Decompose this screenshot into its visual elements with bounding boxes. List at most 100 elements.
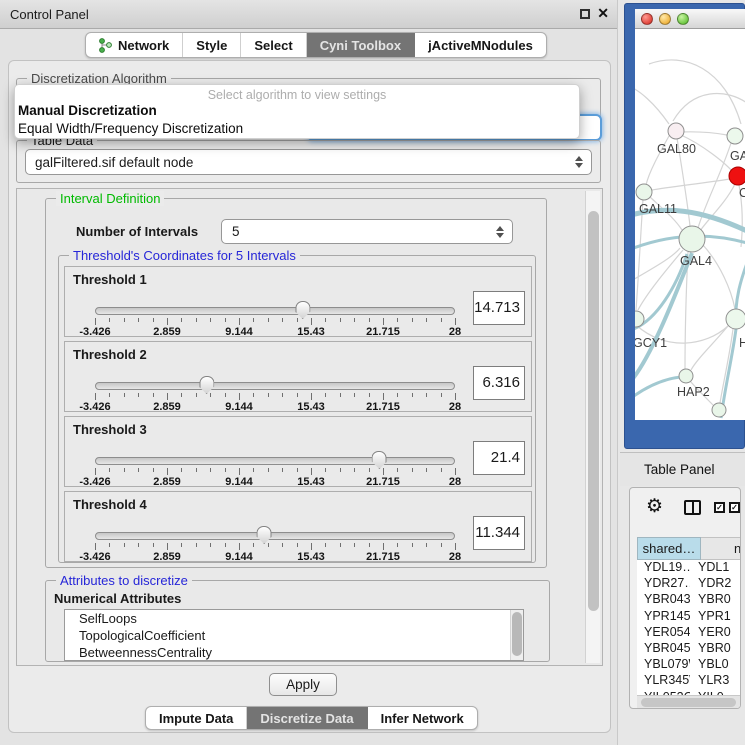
network-node[interactable]	[712, 403, 726, 417]
network-tab-icon	[99, 38, 112, 53]
network-node[interactable]	[636, 184, 652, 200]
combo-arrows-icon[interactable]	[575, 156, 583, 168]
cell-name: YLR3	[690, 673, 740, 689]
close-icon[interactable]: ✕	[597, 5, 609, 22]
list-scrollbar[interactable]	[510, 610, 523, 660]
slider-thumb[interactable]	[257, 526, 272, 544]
slider-tick	[455, 468, 456, 475]
table-row[interactable]: YDR27…YDR2	[637, 576, 740, 592]
column-header-shared-name[interactable]: shared…	[637, 537, 701, 560]
threshold-slider[interactable]: -3.4262.8599.14415.4321.71528	[95, 455, 455, 485]
slider-tick	[138, 543, 139, 547]
column-header-name[interactable]: n…	[701, 537, 741, 560]
vertical-scrollbar[interactable]	[585, 191, 600, 663]
cell-shared-name: YPR145W	[637, 609, 690, 625]
menu-item[interactable]: Equal Width/Frequency Discretization	[15, 120, 579, 138]
tab-infer-network[interactable]: Infer Network	[367, 707, 477, 729]
table-data-combobox[interactable]: galFiltered.sif default node	[25, 149, 592, 175]
threshold-value-field[interactable]: 11.344	[473, 516, 525, 550]
threshold-value-field[interactable]: 14.713	[473, 291, 525, 325]
network-node[interactable]	[679, 369, 693, 383]
slider-tick	[297, 318, 298, 322]
network-edge[interactable]	[673, 93, 745, 121]
slider-tick	[210, 318, 211, 322]
network-edge[interactable]	[635, 87, 669, 124]
zoom-traffic-light-icon[interactable]	[677, 13, 689, 25]
network-canvas[interactable]: GAL80GACGAL11GAL4GCY1HHAP2	[635, 29, 745, 420]
network-edge[interactable]	[691, 326, 728, 370]
numerical-attributes-list[interactable]: SelfLoopsTopologicalCoefficientBetweenne…	[64, 609, 524, 661]
horizontal-scrollbar[interactable]	[637, 695, 740, 708]
table-row[interactable]: YDL19…YDL1	[637, 560, 740, 576]
slider-tick	[282, 468, 283, 472]
slider-thumb[interactable]	[295, 301, 310, 319]
slider-thumb[interactable]	[199, 376, 214, 394]
threshold-slider[interactable]: -3.4262.8599.14415.4321.71528	[95, 305, 455, 335]
close-traffic-light-icon[interactable]	[641, 13, 653, 25]
slider-scale: -3.4262.8599.14415.4321.71528	[95, 326, 455, 338]
tab-discretize-data[interactable]: Discretize Data	[246, 707, 366, 729]
network-node-label: GAL4	[680, 254, 712, 268]
gear-icon[interactable]: ⚙	[646, 494, 663, 520]
network-window-titlebar[interactable]	[635, 9, 745, 29]
threshold-slider[interactable]: -3.4262.8599.14415.4321.71528	[95, 530, 455, 560]
scrollbar-thumb[interactable]	[512, 612, 522, 656]
float-window-icon[interactable]	[580, 9, 590, 19]
threshold-value-field[interactable]: 21.4	[473, 441, 525, 475]
scrollbar-thumb[interactable]	[641, 698, 736, 707]
tab-style[interactable]: Style	[182, 33, 240, 57]
network-edge[interactable]	[635, 248, 680, 281]
table-row[interactable]: YBL079WYBL0	[637, 657, 740, 673]
checkbox-icon[interactable]: ✓	[714, 502, 725, 513]
slider-thumb[interactable]	[372, 451, 387, 469]
control-panel-title: Control Panel	[10, 7, 89, 22]
slider-tick	[253, 393, 254, 397]
network-edge[interactable]	[649, 60, 741, 124]
tab-select[interactable]: Select	[240, 33, 305, 57]
network-edge[interactable]	[681, 132, 727, 135]
slider-tick	[397, 318, 398, 322]
slider-track[interactable]	[95, 382, 455, 390]
minimize-traffic-light-icon[interactable]	[659, 13, 671, 25]
network-node[interactable]	[726, 309, 745, 329]
table-row[interactable]: YLR345WYLR3	[637, 673, 740, 689]
tab-jactivemnodules[interactable]: jActiveMNodules	[414, 33, 546, 57]
tab-impute-data[interactable]: Impute Data	[146, 707, 246, 729]
checkbox-icon[interactable]: ✓	[729, 502, 740, 513]
table-row[interactable]: YBR043CYBR0	[637, 592, 740, 608]
network-node[interactable]	[668, 123, 684, 139]
network-edge-highlighted[interactable]	[635, 377, 681, 398]
cell-shared-name: YDL19…	[637, 560, 690, 576]
threshold-value-field[interactable]: 6.316	[473, 366, 525, 400]
list-item[interactable]: BetweennessCentrality	[65, 644, 523, 661]
spinner-arrows-icon[interactable]	[496, 226, 504, 238]
network-edge[interactable]	[652, 179, 730, 190]
tab-network[interactable]: Network	[86, 33, 182, 57]
slider-tick	[397, 393, 398, 397]
split-columns-icon[interactable]	[684, 500, 701, 515]
network-node[interactable]	[727, 128, 743, 144]
network-view-window[interactable]: GAL80GACGAL11GAL4GCY1HHAP2	[624, 3, 745, 449]
slider-track[interactable]	[95, 532, 455, 540]
number-of-intervals-spinner[interactable]: 5	[221, 219, 513, 244]
network-node[interactable]	[679, 226, 705, 252]
network-edge-highlighted[interactable]	[736, 263, 745, 309]
list-item[interactable]: SelfLoops	[65, 610, 523, 627]
table-row[interactable]: YBR045CYBR0	[637, 641, 740, 657]
menu-item[interactable]: Manual Discretization	[15, 102, 579, 120]
network-node[interactable]	[729, 167, 745, 185]
network-node-label: GAL11	[639, 202, 677, 216]
slider-tick	[167, 468, 168, 475]
scale-label: 9.144	[225, 476, 253, 488]
cell-name: YER0	[690, 625, 740, 641]
table-row[interactable]: YER054CYER0	[637, 625, 740, 641]
apply-button[interactable]: Apply	[269, 673, 337, 696]
slider-track[interactable]	[95, 457, 455, 465]
list-item[interactable]: TopologicalCoefficient	[65, 627, 523, 644]
attributes-group: Attributes to discretize Numerical Attri…	[45, 580, 550, 662]
tab-cyni-toolbox[interactable]: Cyni Toolbox	[306, 33, 414, 57]
table-row[interactable]: YPR145WYPR1	[637, 609, 740, 625]
slider-track[interactable]	[95, 307, 455, 315]
scrollbar-thumb[interactable]	[588, 211, 599, 611]
threshold-slider[interactable]: -3.4262.8599.14415.4321.71528	[95, 380, 455, 410]
